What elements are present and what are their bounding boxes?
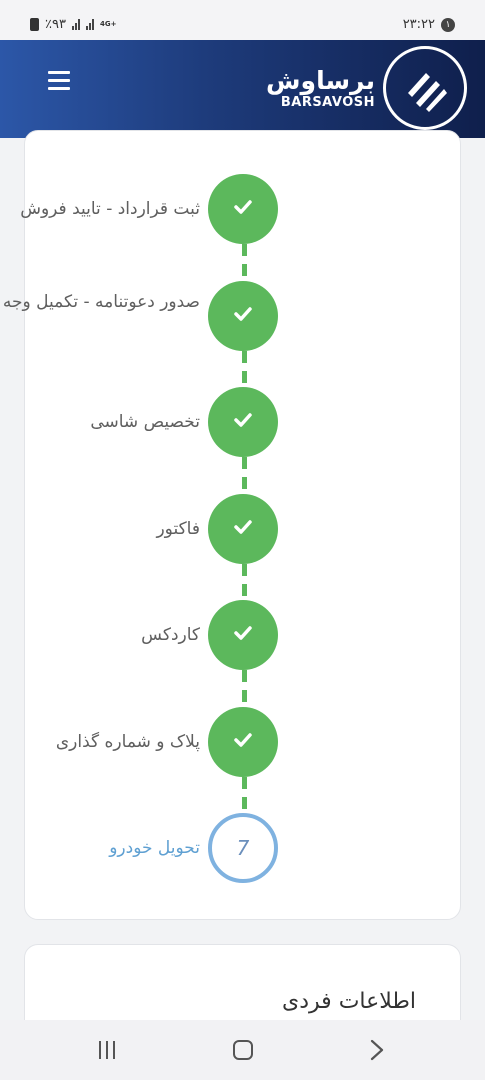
- step-label: تخصیص شاسی: [90, 412, 200, 432]
- notification-badge: ۱: [441, 17, 455, 32]
- battery-icon: [30, 18, 39, 31]
- section-title: اطلاعات فردی: [282, 989, 416, 1014]
- brand-text: برساوش BARSAVOSH: [266, 65, 375, 110]
- step-done-circle[interactable]: [208, 600, 278, 670]
- brand-name-fa: برساوش: [266, 65, 375, 95]
- step-done-circle[interactable]: [208, 280, 278, 351]
- check-icon: [230, 407, 256, 437]
- check-icon: [230, 301, 256, 331]
- check-icon: [230, 194, 256, 224]
- step-label: تحویل خودرو: [109, 838, 200, 858]
- step-label: کاردکس: [141, 625, 200, 645]
- check-icon: [230, 514, 256, 544]
- timeline-connector: [242, 670, 247, 707]
- brand[interactable]: برساوش BARSAVOSH: [266, 46, 467, 130]
- recents-icon[interactable]: [92, 1036, 122, 1064]
- battery-level: ٪۹۳: [45, 17, 66, 32]
- step-done-circle[interactable]: [208, 493, 278, 564]
- timeline-connector: [242, 776, 247, 813]
- home-icon[interactable]: [228, 1036, 258, 1064]
- network-type: 4G+: [99, 20, 117, 28]
- progress-card: ثبت قرارداد - تایید فروش صدور دعوتنامه - …: [3, 130, 461, 920]
- signal-icon: [71, 19, 80, 30]
- step-done-circle[interactable]: [208, 706, 278, 777]
- timeline-connector: [242, 350, 247, 387]
- status-left: ٪۹۳ 4G+: [30, 17, 116, 32]
- system-nav-bar: [0, 1020, 485, 1080]
- clock: ۲۳:۲۲: [402, 17, 435, 32]
- step-label: فاکتور: [156, 518, 200, 539]
- app-header: برساوش BARSAVOSH: [0, 40, 485, 138]
- timeline-connector: [242, 563, 247, 600]
- timeline: ثبت قرارداد - تایید فروش صدور دعوتنامه - …: [3, 131, 460, 919]
- step-done-circle[interactable]: [208, 174, 278, 244]
- status-bar: ٪۹۳ 4G+ ۲۳:۲۲ ۱: [0, 0, 485, 40]
- check-icon: [230, 727, 256, 757]
- brand-logo-icon: [383, 46, 467, 130]
- step-pending-circle[interactable]: 7: [208, 813, 278, 883]
- timeline-connector: [242, 244, 247, 281]
- hamburger-menu-icon[interactable]: [48, 71, 72, 91]
- timeline-connector: [242, 457, 247, 494]
- back-chevron-icon[interactable]: [362, 1036, 392, 1064]
- step-label: صدور دعوتنامه - تکمیل وجه: [2, 291, 200, 312]
- check-icon: [230, 620, 256, 650]
- step-done-circle[interactable]: [208, 387, 278, 457]
- signal-icon-2: [85, 19, 94, 30]
- step-label: ثبت قرارداد - تایید فروش: [20, 199, 200, 219]
- step-label: پلاک و شماره گذاری: [55, 731, 200, 752]
- status-right: ۲۳:۲۲ ۱: [403, 17, 455, 32]
- step-number: 7: [236, 836, 250, 860]
- brand-name-en: BARSAVOSH: [280, 94, 375, 110]
